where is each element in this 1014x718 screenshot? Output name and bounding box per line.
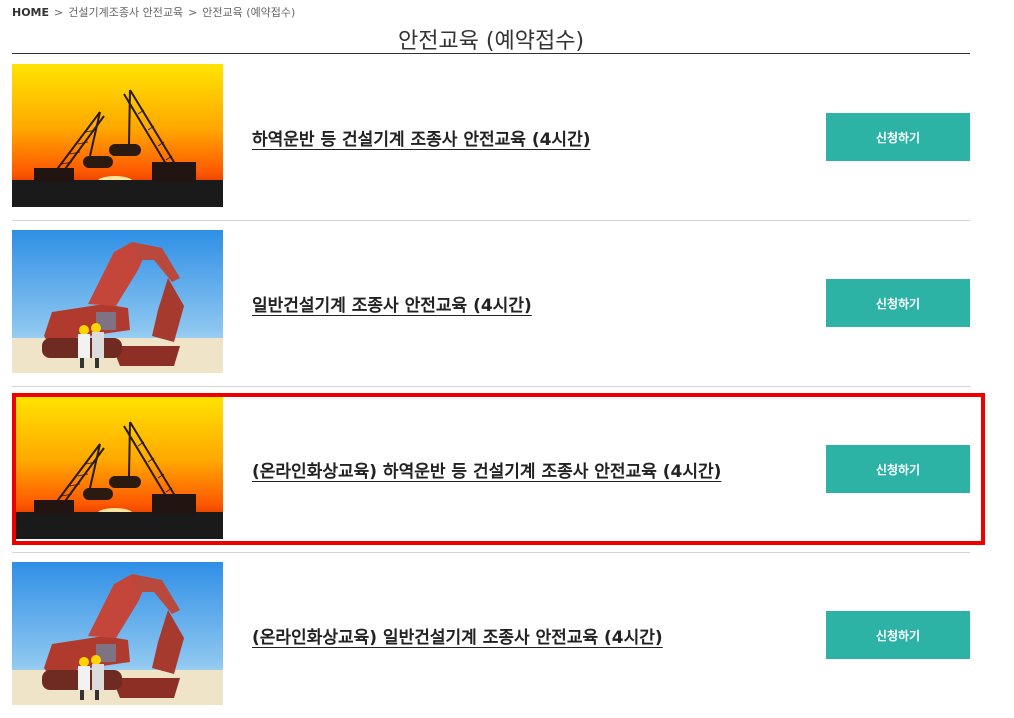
apply-button[interactable]: 신청하기: [826, 611, 970, 659]
apply-button[interactable]: 신청하기: [826, 445, 970, 493]
breadcrumb-level1[interactable]: 건설기계조종사 안전교육: [68, 6, 183, 19]
breadcrumb: HOME > 건설기계조종사 안전교육 > 안전교육 (예약접수): [12, 4, 295, 20]
breadcrumb-current[interactable]: 안전교육 (예약접수): [202, 6, 295, 19]
course-thumbnail[interactable]: [12, 562, 223, 705]
course-item: (온라인화상교육) 하역운반 등 건설기계 조종사 안전교육 (4시간) 신청하…: [12, 386, 970, 553]
crane-photo: [12, 396, 223, 539]
course-title-link[interactable]: 일반건설기계 조종사 안전교육 (4시간): [252, 220, 532, 386]
breadcrumb-home[interactable]: HOME: [12, 6, 49, 19]
course-item: (온라인화상교육) 일반건설기계 조종사 안전교육 (4시간) 신청하기: [12, 552, 970, 718]
course-title-link[interactable]: 하역운반 등 건설기계 조종사 안전교육 (4시간): [252, 54, 590, 220]
course-thumbnail[interactable]: [12, 230, 223, 373]
course-item: 일반건설기계 조종사 안전교육 (4시간) 신청하기: [12, 220, 970, 387]
course-item: 하역운반 등 건설기계 조종사 안전교육 (4시간) 신청하기: [12, 54, 970, 221]
excavator-photo: [12, 562, 223, 705]
course-thumbnail[interactable]: [12, 396, 223, 539]
breadcrumb-separator: >: [188, 6, 198, 19]
course-thumbnail[interactable]: [12, 64, 223, 207]
apply-button[interactable]: 신청하기: [826, 113, 970, 161]
page-title: 안전교육 (예약접수): [397, 29, 585, 54]
breadcrumb-separator: >: [54, 6, 64, 19]
excavator-photo: [12, 230, 223, 373]
course-title-link[interactable]: (온라인화상교육) 일반건설기계 조종사 안전교육 (4시간): [252, 552, 663, 718]
apply-button[interactable]: 신청하기: [826, 279, 970, 327]
course-title-link[interactable]: (온라인화상교육) 하역운반 등 건설기계 조종사 안전교육 (4시간): [252, 386, 721, 552]
crane-photo: [12, 64, 223, 207]
